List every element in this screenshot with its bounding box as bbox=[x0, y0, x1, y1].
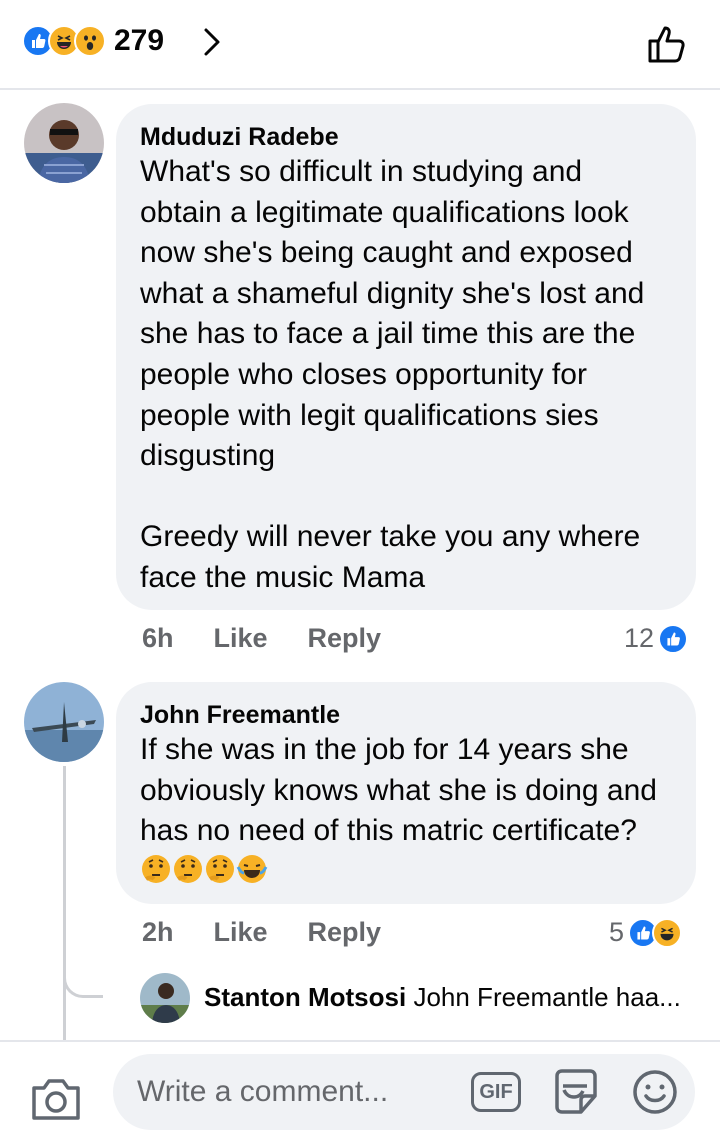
reply-preview[interactable]: Stanton Motsosi John Freemantle haa... bbox=[204, 982, 681, 1013]
comment-bubble[interactable]: Mduduzi Radebe What's so difficult in st… bbox=[116, 104, 696, 610]
camera-icon[interactable] bbox=[30, 1076, 82, 1122]
reaction-count: 5 bbox=[609, 917, 625, 947]
reaction-summary[interactable]: 279 bbox=[22, 24, 164, 58]
haha-icon bbox=[652, 917, 683, 948]
reaction-count: 279 bbox=[114, 24, 165, 57]
gif-button[interactable]: GIF bbox=[471, 1072, 521, 1112]
comment-reactions[interactable]: 5 bbox=[609, 917, 683, 948]
comment-composer: GIF bbox=[0, 1040, 720, 1133]
thinking-face-icon bbox=[204, 854, 236, 888]
comment-time[interactable]: 6h bbox=[142, 623, 174, 654]
comment-text: What's so difficult in studying and obta… bbox=[140, 155, 645, 594]
reply-button[interactable]: Reply bbox=[308, 917, 382, 948]
comment-input[interactable] bbox=[137, 1070, 467, 1114]
reactions-header: 279 bbox=[0, 0, 720, 90]
like-button[interactable]: Like bbox=[214, 623, 268, 654]
like-button[interactable]: Like bbox=[214, 917, 268, 948]
thinking-face-icon bbox=[172, 854, 204, 888]
comment-bubble[interactable]: John Freemantle If she was in the job fo… bbox=[116, 682, 696, 904]
reply-author: Stanton Motsosi bbox=[204, 982, 407, 1012]
chevron-right-icon[interactable] bbox=[200, 24, 224, 60]
avatar-mduduzi[interactable] bbox=[24, 103, 104, 183]
thinking-face-icon bbox=[140, 854, 172, 888]
emoji-icon[interactable] bbox=[631, 1068, 679, 1116]
sticker-icon[interactable] bbox=[551, 1066, 601, 1118]
reaction-count: 12 bbox=[624, 623, 655, 653]
wow-icon bbox=[74, 25, 106, 57]
comment-author[interactable]: Mduduzi Radebe bbox=[140, 122, 672, 152]
comment-input-wrap: GIF bbox=[113, 1054, 695, 1130]
thread-line bbox=[63, 766, 66, 1041]
thread-connector bbox=[63, 960, 103, 998]
comment-text-body: If she was in the job for 14 years she o… bbox=[140, 733, 666, 848]
comment-time[interactable]: 2h bbox=[142, 917, 174, 948]
reply-button[interactable]: Reply bbox=[308, 623, 382, 654]
avatar-john[interactable] bbox=[24, 682, 104, 762]
like-icon bbox=[658, 623, 689, 654]
comment-author[interactable]: John Freemantle bbox=[140, 700, 672, 730]
comment-reactions[interactable]: 12 bbox=[624, 623, 689, 654]
comment-text: If she was in the job for 14 years she o… bbox=[140, 730, 672, 892]
tears-of-joy-icon bbox=[236, 854, 268, 888]
reply-text: John Freemantle haa... bbox=[413, 982, 681, 1012]
avatar-stanton[interactable] bbox=[140, 973, 190, 1023]
comment-actions: 2h Like Reply bbox=[142, 917, 381, 948]
like-outline-icon[interactable] bbox=[646, 22, 690, 66]
comment-actions: 6h Like Reply bbox=[142, 623, 381, 654]
